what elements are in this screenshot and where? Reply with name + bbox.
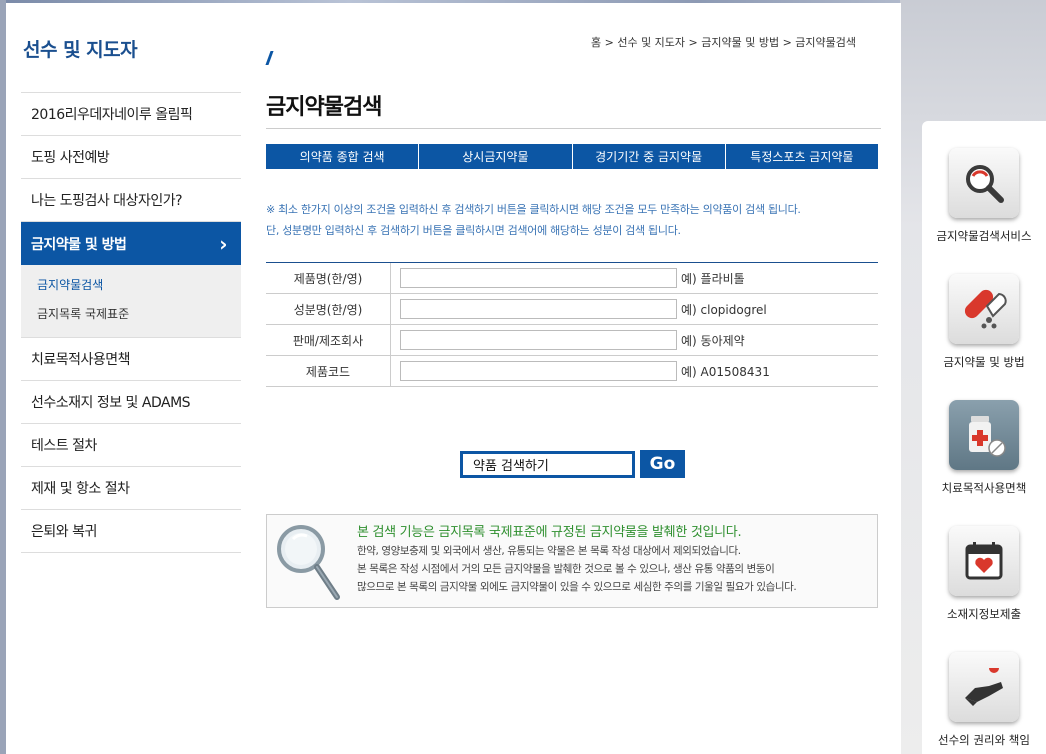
- form-row-ingredient: 성분명(한/영) 예) clopidogrel: [266, 294, 878, 325]
- form-row-product-name: 제품명(한/영) 예) 플라비톨: [266, 263, 878, 294]
- info-body: 한약, 영양보충제 및 외국에서 생산, 유통되는 약물은 본 목록 작성 대상…: [357, 542, 797, 596]
- quick-menu: 금지약물검색서비스 금지약물 및 방법 치료목적사용면책 소재지정보제출 선수의…: [922, 121, 1046, 754]
- pill-capsule-icon: [949, 274, 1019, 344]
- quick-item-prohibited[interactable]: 금지약물 및 방법: [922, 274, 1046, 370]
- sidebar-item-sanctions[interactable]: 제재 및 항소 절차: [21, 467, 241, 510]
- product-name-label: 제품명(한/영): [266, 263, 391, 293]
- info-line: 본 목록은 작성 시점에서 거의 모든 금지약물을 발췌한 것으로 볼 수 있으…: [357, 563, 775, 575]
- sidebar-item-label: 금지약물 및 방법: [31, 236, 127, 253]
- form-row-manufacturer: 판매/제조회사 예) 동아제약: [266, 325, 878, 356]
- sidebar-submenu: 금지약물검색 금지목록 국제표준: [21, 265, 241, 338]
- ingredient-input[interactable]: [400, 299, 677, 319]
- manufacturer-label: 판매/제조회사: [266, 325, 391, 355]
- sidebar-menu: 2016리우데자네이루 올림픽 도핑 사전예방 나는 도핑검사 대상자인가? 금…: [21, 92, 241, 553]
- quick-item-label: 금지약물검색서비스: [936, 229, 1032, 243]
- search-button[interactable]: 약품 검색하기: [460, 451, 635, 478]
- tab-in-competition[interactable]: 경기기간 중 금지약물: [572, 144, 726, 169]
- title-divider: [266, 128, 881, 129]
- hand-heart-icon: [949, 652, 1019, 722]
- breadcrumb: 홈 > 선수 및 지도자 > 금지약물 및 방법 > 금지약물검색: [591, 36, 857, 49]
- manufacturer-example: 예) 동아제약: [681, 333, 745, 348]
- quick-item-label: 금지약물 및 방법: [943, 355, 1025, 369]
- info-line: 많으므로 본 목록의 금지약물 외에도 금지약물이 있을 수 있으므로 세심한 …: [357, 581, 797, 593]
- magnifier-icon: [277, 525, 340, 600]
- product-code-example: 예) A01508431: [681, 364, 770, 379]
- chevron-right-icon: ›: [219, 231, 227, 256]
- quick-item-label: 치료목적사용면책: [941, 481, 1027, 495]
- sidebar-subitem-intl-standard[interactable]: 금지목록 국제표준: [37, 300, 241, 329]
- info-line: 한약, 영양보충제 및 외국에서 생산, 유통되는 약물은 본 목록 작성 대상…: [357, 545, 741, 557]
- search-instructions: ※ 최소 한가지 이상의 조건을 입력하신 후 검색하기 버튼을 클릭하시면 해…: [266, 199, 801, 241]
- quick-item-athlete-rights[interactable]: 선수의 권리와 책임: [922, 652, 1046, 748]
- manufacturer-input[interactable]: [400, 330, 677, 350]
- quick-item-whereabouts[interactable]: 소재지정보제출: [922, 526, 1046, 622]
- ingredient-label: 성분명(한/영): [266, 294, 391, 324]
- sidebar-title: 선수 및 지도자: [23, 39, 138, 61]
- tab-all-medicines[interactable]: 의약품 종합 검색: [266, 144, 420, 169]
- product-code-label: 제품코드: [266, 356, 391, 386]
- quick-item-tue[interactable]: 치료목적사용면책: [922, 400, 1046, 496]
- sidebar-item-doping-prevention[interactable]: 도핑 사전예방: [21, 136, 241, 179]
- quick-item-label: 선수의 권리와 책임: [938, 733, 1030, 747]
- quick-item-label: 소재지정보제출: [946, 607, 1022, 621]
- sidebar-subitem-search[interactable]: 금지약물검색: [37, 271, 241, 300]
- ingredient-example: 예) clopidogrel: [681, 302, 767, 317]
- product-name-example: 예) 플라비톨: [681, 271, 745, 286]
- page-title: 금지약물검색: [266, 95, 382, 120]
- sidebar-item-retirement[interactable]: 은퇴와 복귀: [21, 510, 241, 553]
- calendar-heart-icon: [949, 526, 1019, 596]
- quick-item-search-service[interactable]: 금지약물검색서비스: [922, 148, 1046, 244]
- title-accent-mark: [265, 51, 274, 65]
- instruction-line: 단, 성분명만 입력하신 후 검색하기 버튼을 클릭하시면 검색어에 해당하는 …: [266, 224, 681, 237]
- info-heading: 본 검색 기능은 금지목록 국제표준에 규정된 금지약물을 발췌한 것입니다.: [357, 525, 742, 540]
- sidebar-item-rio-olympics[interactable]: 2016리우데자네이루 올림픽: [21, 93, 241, 136]
- medicine-bottle-icon: [949, 400, 1019, 470]
- instruction-line: ※ 최소 한가지 이상의 조건을 입력하신 후 검색하기 버튼을 클릭하시면 해…: [266, 203, 801, 216]
- tab-specific-sports[interactable]: 특정스포츠 금지약물: [725, 144, 878, 169]
- content-page: 선수 및 지도자 2016리우데자네이루 올림픽 도핑 사전예방 나는 도핑검사…: [6, 3, 901, 754]
- sidebar-item-testing-target[interactable]: 나는 도핑검사 대상자인가?: [21, 179, 241, 222]
- info-box: 본 검색 기능은 금지목록 국제표준에 규정된 금지약물을 발췌한 것입니다. …: [266, 514, 878, 608]
- sidebar-item-tue[interactable]: 치료목적사용면책: [21, 338, 241, 381]
- product-name-input[interactable]: [400, 268, 677, 288]
- sidebar-item-prohibited-list[interactable]: 금지약물 및 방법 ›: [21, 222, 241, 265]
- sidebar-item-whereabouts[interactable]: 선수소재지 정보 및 ADAMS: [21, 381, 241, 424]
- search-form: 제품명(한/영) 예) 플라비톨 성분명(한/영) 예) clopidogrel…: [266, 262, 878, 387]
- product-code-input[interactable]: [400, 361, 677, 381]
- search-tabs: 의약품 종합 검색 상시금지약물 경기기간 중 금지약물 특정스포츠 금지약물: [266, 144, 878, 169]
- go-button[interactable]: Go: [640, 450, 685, 478]
- form-row-product-code: 제품코드 예) A01508431: [266, 356, 878, 387]
- magnifier-icon: [949, 148, 1019, 218]
- tab-always-prohibited[interactable]: 상시금지약물: [419, 144, 573, 169]
- sidebar-item-test-procedure[interactable]: 테스트 절차: [21, 424, 241, 467]
